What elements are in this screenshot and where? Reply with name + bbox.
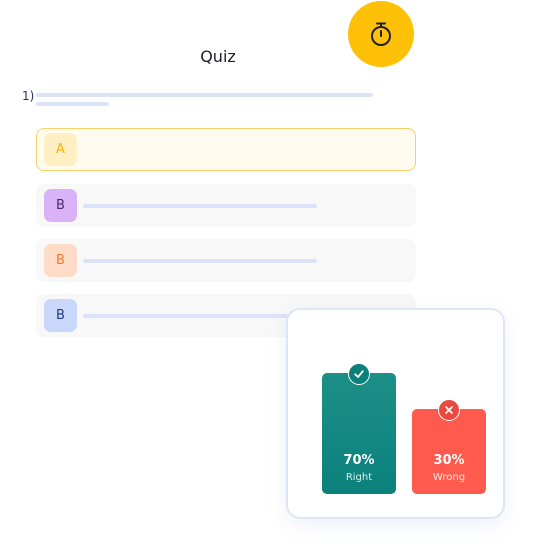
question-number: 1) (22, 89, 35, 103)
question-text-placeholder (36, 102, 109, 106)
answer-option-b[interactable]: B (36, 184, 416, 227)
option-letter: B (44, 189, 77, 222)
close-icon (438, 399, 460, 421)
wrong-answers-bar: 30% Wrong (412, 409, 486, 494)
stopwatch-icon (371, 22, 391, 46)
answer-option-a[interactable]: A (36, 128, 416, 171)
check-icon (348, 363, 370, 385)
right-label: Right (345, 472, 373, 483)
wrong-percent: 30% (433, 453, 465, 468)
right-answers-bar: 70% Right (322, 373, 396, 494)
right-percent: 70% (343, 453, 375, 468)
option-letter: B (44, 244, 77, 277)
question-text-placeholder (36, 93, 373, 97)
wrong-label: Wrong (432, 472, 466, 483)
option-text-placeholder (83, 204, 317, 208)
option-text-placeholder (83, 259, 317, 263)
page-title: Quiz (200, 47, 236, 66)
option-letter: A (44, 133, 77, 166)
results-card: 70% Right 30% Wrong (286, 308, 505, 519)
answer-option-b[interactable]: B (36, 239, 416, 282)
option-text-placeholder (83, 314, 317, 318)
option-letter: B (44, 299, 77, 332)
